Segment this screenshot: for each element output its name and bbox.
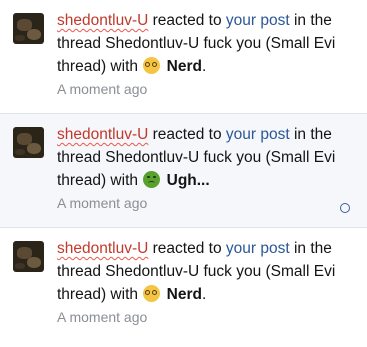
reaction-name: Ugh...	[166, 172, 210, 189]
timestamp: A moment ago	[57, 309, 148, 325]
reacted-text: reacted to	[148, 126, 226, 143]
notification-item[interactable]: shedontluv-U reacted to your post in the…	[0, 0, 367, 114]
notification-list: shedontluv-U reacted to your post in the…	[0, 0, 367, 347]
post-link[interactable]: your post	[226, 126, 290, 143]
nerd-face-emoji-icon	[143, 57, 161, 74]
post-link[interactable]: your post	[226, 240, 290, 257]
notification-content: shedontluv-U reacted to your post in the…	[57, 237, 357, 327]
avatar[interactable]	[13, 127, 44, 158]
with-text: with	[106, 58, 143, 75]
nerd-face-emoji-icon	[143, 285, 161, 302]
avatar[interactable]	[13, 13, 44, 44]
reacted-text: reacted to	[148, 12, 226, 29]
end-punct: .	[201, 58, 207, 75]
username-link[interactable]: shedontluv-U	[57, 12, 148, 29]
notification-content: shedontluv-U reacted to your post in the…	[57, 9, 357, 99]
with-text: with	[106, 172, 143, 189]
notification-item[interactable]: shedontluv-U reacted to your post in the…	[0, 114, 367, 228]
mark-read-circle-icon[interactable]	[340, 203, 350, 213]
username-link[interactable]: shedontluv-U	[57, 240, 148, 257]
end-punct: .	[201, 286, 207, 303]
notification-item[interactable]: shedontluv-U reacted to your post in the…	[0, 228, 367, 347]
post-link[interactable]: your post	[226, 12, 290, 29]
avatar[interactable]	[13, 241, 44, 272]
timestamp: A moment ago	[57, 195, 148, 211]
with-text: with	[106, 286, 143, 303]
reacted-text: reacted to	[148, 240, 226, 257]
notification-content: shedontluv-U reacted to your post in the…	[57, 123, 357, 213]
timestamp: A moment ago	[57, 81, 148, 97]
nauseated-face-emoji-icon	[143, 171, 161, 188]
reaction-name: Nerd	[166, 286, 202, 303]
reaction-name: Nerd	[166, 58, 202, 75]
username-link[interactable]: shedontluv-U	[57, 126, 148, 143]
